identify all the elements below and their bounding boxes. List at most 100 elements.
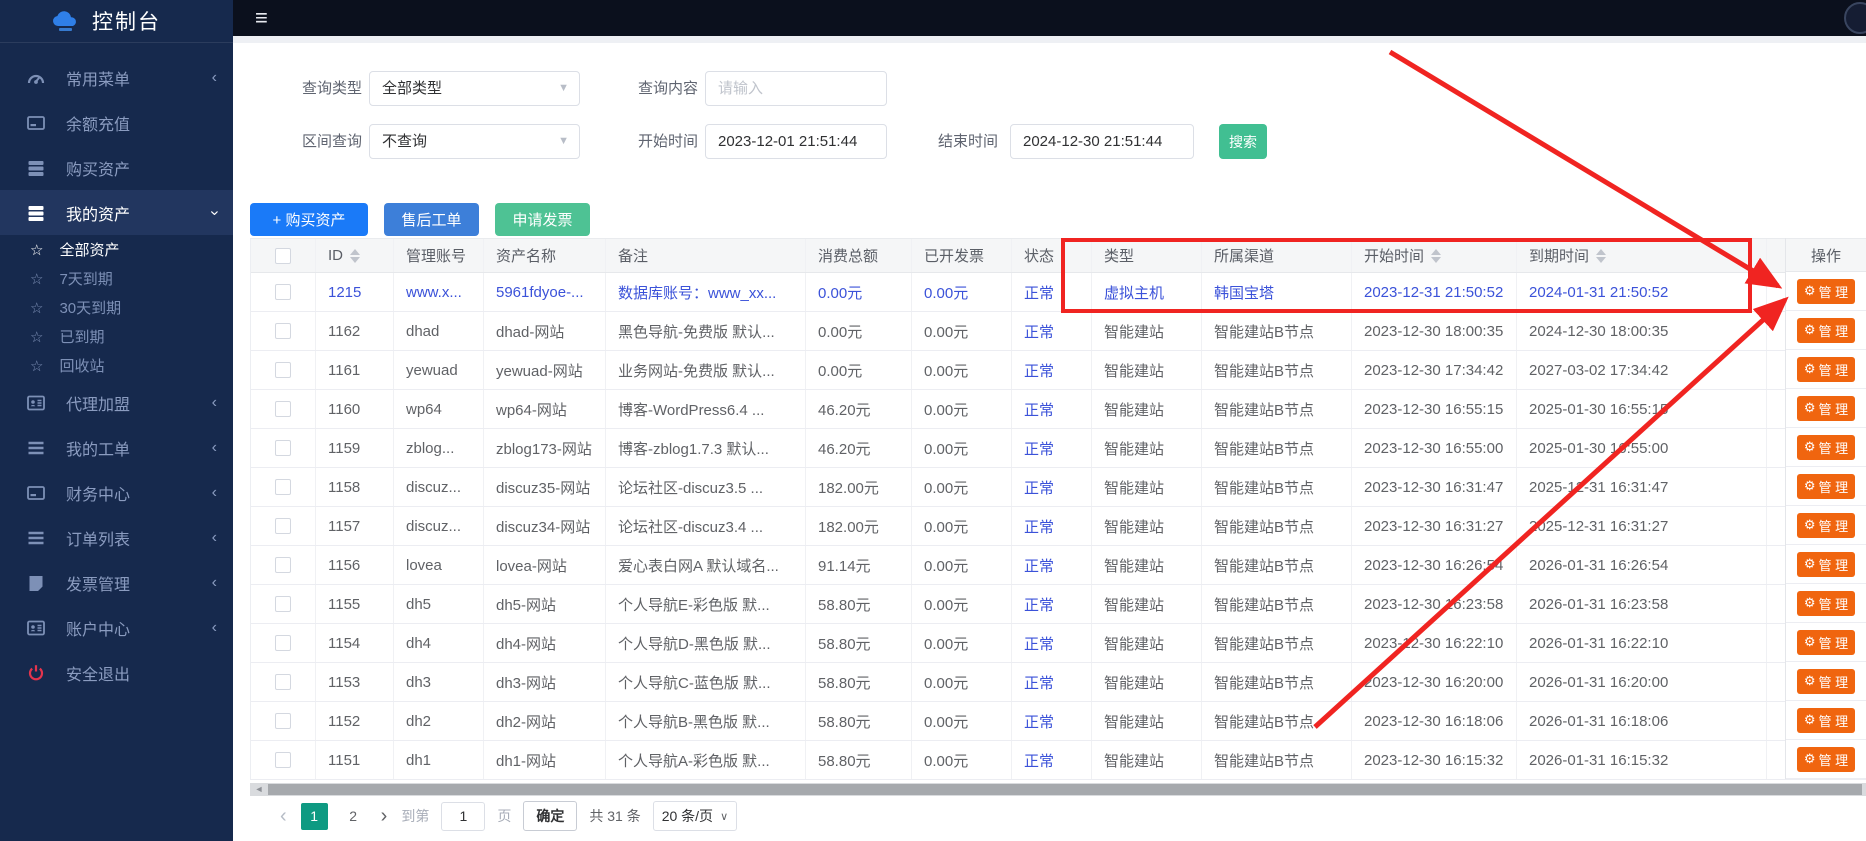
star-icon: ☆ xyxy=(30,299,43,317)
row-checkbox[interactable] xyxy=(275,284,291,300)
manage-button[interactable]: ⚙管 理 xyxy=(1797,318,1855,343)
sidebar-subitem-3-1[interactable]: ☆7天到期 xyxy=(0,264,233,293)
sort-icon[interactable] xyxy=(1596,249,1606,263)
manage-button-label: 管 理 xyxy=(1819,594,1849,613)
cell-status[interactable]: 正常 xyxy=(1012,273,1092,311)
cell-status[interactable]: 正常 xyxy=(1012,624,1092,662)
cell-invoiced: 0.00元 xyxy=(912,585,1012,623)
sidebar-item-10[interactable]: 安全退出 xyxy=(0,650,233,695)
row-checkbox[interactable] xyxy=(275,362,291,378)
row-checkbox[interactable] xyxy=(275,557,291,573)
filter-row-1: 查询类型 全部类型 ▼ 查询内容 请输入 xyxy=(233,71,1866,106)
sidebar-item-5[interactable]: 我的工单‹ xyxy=(0,425,233,470)
cell-status[interactable]: 正常 xyxy=(1012,429,1092,467)
start-time-input[interactable]: 2023-12-01 21:51:44 xyxy=(705,124,887,159)
row-checkbox[interactable] xyxy=(275,713,291,729)
sidebar-subitem-3-0[interactable]: ☆全部资产 xyxy=(0,235,233,264)
aftersale-ticket-button[interactable]: 售后工单 xyxy=(384,203,479,236)
app-logo: 控制台 xyxy=(0,0,233,43)
cell-status[interactable]: 正常 xyxy=(1012,663,1092,701)
cell-status[interactable]: 正常 xyxy=(1012,702,1092,740)
cell-type: 智能建站 xyxy=(1092,429,1202,467)
row-checkbox[interactable] xyxy=(275,323,291,339)
cell-type: 智能建站 xyxy=(1092,702,1202,740)
sort-icon[interactable] xyxy=(1431,249,1441,263)
cell-note: 论坛社区-discuz3.4 ... xyxy=(606,507,806,545)
manage-button[interactable]: ⚙管 理 xyxy=(1797,708,1855,733)
range-query-select[interactable]: 不查询 ▼ xyxy=(369,124,580,159)
sidebar-subitem-3-4[interactable]: ☆回收站 xyxy=(0,351,233,380)
chevron-down-icon: ∨ xyxy=(720,810,728,823)
jump-page-input[interactable]: 1 xyxy=(441,802,485,831)
cell-total: 0.00元 xyxy=(806,312,912,350)
request-invoice-button[interactable]: 申请发票 xyxy=(495,203,590,236)
sidebar-item-3[interactable]: 我的资产‹ xyxy=(0,190,233,235)
search-button[interactable]: 搜索 xyxy=(1219,124,1267,159)
sidebar-item-6[interactable]: 财务中心‹ xyxy=(0,470,233,515)
sidebar-item-1[interactable]: 余额充值 xyxy=(0,100,233,145)
sidebar-subitem-3-2[interactable]: ☆30天到期 xyxy=(0,293,233,322)
sidebar-item-0[interactable]: 常用菜单‹ xyxy=(0,55,233,100)
sidebar-item-4[interactable]: 代理加盟‹ xyxy=(0,380,233,425)
manage-button[interactable]: ⚙管 理 xyxy=(1797,357,1855,382)
column-header-expire[interactable]: 到期时间 xyxy=(1517,239,1767,272)
sort-icon[interactable] xyxy=(350,249,360,263)
hamburger-menu-icon[interactable]: ≡ xyxy=(255,4,268,32)
row-checkbox[interactable] xyxy=(275,401,291,417)
column-header-label: 资产名称 xyxy=(496,245,556,266)
manage-button[interactable]: ⚙管 理 xyxy=(1797,591,1855,616)
header-checkbox-cell xyxy=(251,239,316,272)
row-checkbox[interactable] xyxy=(275,479,291,495)
manage-button[interactable]: ⚙管 理 xyxy=(1797,513,1855,538)
scroll-left-icon[interactable]: ◄ xyxy=(252,783,266,796)
sidebar-item-2[interactable]: 购买资产 xyxy=(0,145,233,190)
cell-status[interactable]: 正常 xyxy=(1012,390,1092,428)
cell-status[interactable]: 正常 xyxy=(1012,546,1092,584)
row-checkbox[interactable] xyxy=(275,440,291,456)
buy-asset-button[interactable]: + 购买资产 xyxy=(250,203,368,236)
sidebar-item-8[interactable]: 发票管理‹ xyxy=(0,560,233,605)
query-type-select[interactable]: 全部类型 ▼ xyxy=(369,71,580,106)
scrollbar-thumb[interactable] xyxy=(268,784,1862,795)
sidebar-item-9[interactable]: 账户中心‹ xyxy=(0,605,233,650)
row-checkbox[interactable] xyxy=(275,596,291,612)
confirm-jump-button[interactable]: 确定 xyxy=(523,801,577,831)
sidebar-subitem-3-3[interactable]: ☆已到期 xyxy=(0,322,233,351)
prev-page-icon[interactable]: ‹ xyxy=(278,805,289,828)
cell-status[interactable]: 正常 xyxy=(1012,507,1092,545)
column-header-id[interactable]: ID xyxy=(316,239,394,272)
query-content-input[interactable]: 请输入 xyxy=(705,71,887,106)
manage-button[interactable]: ⚙管 理 xyxy=(1797,669,1855,694)
row-checkbox[interactable] xyxy=(275,635,291,651)
page-1-button[interactable]: 1 xyxy=(301,803,328,830)
cell-total: 91.14元 xyxy=(806,546,912,584)
user-avatar[interactable] xyxy=(1844,2,1866,34)
cell-status[interactable]: 正常 xyxy=(1012,585,1092,623)
end-time-input[interactable]: 2024-12-30 21:51:44 xyxy=(1010,124,1194,159)
select-all-checkbox[interactable] xyxy=(275,248,291,264)
row-checkbox[interactable] xyxy=(275,674,291,690)
manage-button[interactable]: ⚙管 理 xyxy=(1797,630,1855,655)
cell-status[interactable]: 正常 xyxy=(1012,468,1092,506)
manage-button[interactable]: ⚙管 理 xyxy=(1797,279,1855,304)
manage-button[interactable]: ⚙管 理 xyxy=(1797,435,1855,460)
manage-button[interactable]: ⚙管 理 xyxy=(1797,552,1855,577)
sidebar-item-label: 购买资产 xyxy=(66,156,130,180)
sidebar-item-7[interactable]: 订单列表‹ xyxy=(0,515,233,560)
cell-status[interactable]: 正常 xyxy=(1012,741,1092,779)
table-row: 1156lovealovea-网站爱心表白网A 默认域名...91.14元0.0… xyxy=(251,546,1866,585)
row-checkbox[interactable] xyxy=(275,518,291,534)
page-size-select[interactable]: 20 条/页 ∨ xyxy=(653,801,737,831)
horizontal-scrollbar[interactable]: ◄ xyxy=(250,783,1866,796)
cell-status[interactable]: 正常 xyxy=(1012,312,1092,350)
manage-button[interactable]: ⚙管 理 xyxy=(1797,396,1855,421)
page-2-button[interactable]: 2 xyxy=(340,803,367,830)
next-page-icon[interactable]: › xyxy=(379,805,390,828)
row-checkbox[interactable] xyxy=(275,752,291,768)
cell-expire: 2025-12-31 16:31:47 xyxy=(1517,468,1767,506)
column-header-start[interactable]: 开始时间 xyxy=(1352,239,1517,272)
query-type-value: 全部类型 xyxy=(382,80,442,97)
manage-button[interactable]: ⚙管 理 xyxy=(1797,474,1855,499)
cell-status[interactable]: 正常 xyxy=(1012,351,1092,389)
manage-button[interactable]: ⚙管 理 xyxy=(1797,747,1855,772)
